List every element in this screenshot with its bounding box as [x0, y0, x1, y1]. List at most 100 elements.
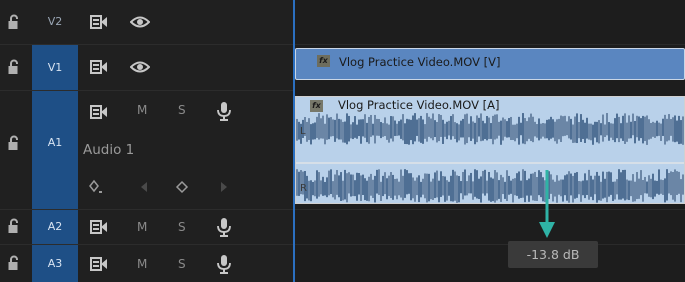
track-name-audio-1[interactable]: Audio 1: [83, 142, 134, 158]
waveform-bar: [580, 181, 582, 202]
waveform-bar: [508, 118, 510, 138]
waveform-bar: [558, 118, 560, 140]
previous-keyframe-icon[interactable]: [134, 177, 154, 197]
waveform-bar: [526, 180, 528, 196]
eye-icon[interactable]: [130, 12, 150, 32]
waveform-bar: [654, 180, 656, 197]
playhead[interactable]: [293, 0, 295, 282]
track-target-a1[interactable]: A1: [32, 91, 78, 209]
waveform-bar: [658, 169, 660, 195]
track-lane-divider: [293, 244, 685, 245]
video-clip[interactable]: fx Vlog Practice Video.MOV [V]: [295, 48, 685, 80]
waveform-bar: [498, 180, 500, 199]
lock-icon[interactable]: [7, 135, 21, 151]
waveform-bar: [348, 172, 350, 194]
add-keyframe-icon[interactable]: [86, 177, 106, 197]
video-clip-name: Vlog Practice Video.MOV [V]: [339, 55, 501, 69]
audio-clip[interactable]: fx Vlog Practice Video.MOV [A] L R: [295, 96, 685, 204]
microphone-icon[interactable]: [214, 101, 234, 121]
waveform-bar: [650, 122, 652, 139]
track-target-a2[interactable]: A2: [32, 210, 78, 244]
waveform-bar: [556, 119, 558, 144]
waveform-bar: [486, 116, 488, 141]
waveform-bar: [378, 118, 380, 136]
waveform-bar: [534, 171, 536, 201]
waveform-bar: [520, 122, 522, 136]
waveform-bar: [524, 118, 526, 145]
track-target-v2[interactable]: V2: [32, 0, 78, 44]
waveform-bar: [330, 117, 332, 137]
waveform-bar: [510, 180, 512, 194]
mute-button[interactable]: M: [137, 220, 147, 234]
waveform-bar: [448, 120, 450, 136]
solo-button[interactable]: S: [178, 103, 186, 117]
waveform-bar: [636, 115, 638, 138]
keyframe-icon[interactable]: [172, 177, 192, 197]
waveform-bar: [458, 176, 460, 203]
waveform-bar: [332, 181, 334, 198]
waveform-bar: [538, 118, 540, 141]
waveform-bar: [656, 120, 658, 137]
waveform-bar: [646, 115, 648, 145]
waveform-bar: [408, 119, 410, 145]
mute-button[interactable]: M: [137, 257, 147, 271]
waveform-bar: [322, 115, 324, 139]
waveform-bar: [352, 122, 354, 140]
track-target-a3[interactable]: A3: [32, 245, 78, 282]
fx-badge[interactable]: fx: [317, 55, 330, 67]
waveform-bar: [296, 169, 298, 196]
microphone-icon[interactable]: [214, 254, 234, 274]
waveform-bar: [366, 122, 368, 143]
waveform-bar: [596, 171, 598, 203]
lock-icon[interactable]: [7, 14, 21, 30]
sync-lock-icon[interactable]: [89, 217, 109, 237]
waveform-bar: [618, 116, 620, 143]
waveform-bar: [622, 115, 624, 141]
waveform-bar: [376, 169, 378, 194]
waveform-bar: [664, 178, 666, 203]
waveform-bar: [606, 113, 608, 136]
track-row-a1: A1 M S Audio 1: [0, 91, 293, 210]
mute-button[interactable]: M: [137, 103, 147, 117]
lock-icon[interactable]: [7, 59, 21, 75]
waveform-bar: [356, 172, 358, 201]
waveform-bar: [660, 123, 662, 141]
sync-lock-icon[interactable]: [89, 254, 109, 274]
solo-button[interactable]: S: [178, 257, 186, 271]
solo-button[interactable]: S: [178, 220, 186, 234]
waveform-bar: [642, 180, 644, 202]
waveform-bar: [306, 121, 308, 142]
waveform-bar: [402, 175, 404, 201]
waveform-bar: [372, 179, 374, 198]
waveform-bar: [540, 123, 542, 139]
waveform-bar: [442, 176, 444, 196]
sync-lock-icon[interactable]: [89, 102, 109, 122]
waveform-bar: [456, 175, 458, 203]
microphone-icon[interactable]: [214, 217, 234, 237]
waveform-bar: [450, 116, 452, 140]
track-target-v1[interactable]: V1: [32, 45, 78, 90]
fx-badge[interactable]: fx: [310, 100, 323, 112]
waveform-bar: [570, 118, 572, 140]
lock-icon[interactable]: [7, 255, 21, 271]
waveform-bar: [364, 178, 366, 201]
waveform-bar: [476, 170, 478, 199]
waveform-bar: [358, 119, 360, 137]
audio-clip-name: Vlog Practice Video.MOV [A]: [336, 98, 502, 112]
eye-icon[interactable]: [130, 57, 150, 77]
waveform-bar: [482, 170, 484, 194]
waveform-bar: [312, 181, 314, 196]
waveform-bar: [458, 124, 460, 141]
waveform-bar: [588, 169, 590, 200]
waveform-bar: [576, 172, 578, 198]
lock-icon[interactable]: [7, 218, 21, 234]
waveform-bar: [582, 119, 584, 139]
waveform-bar: [494, 170, 496, 203]
waveform-bar: [640, 170, 642, 196]
waveform-bar: [320, 180, 322, 195]
waveform-bar: [570, 173, 572, 196]
sync-lock-icon[interactable]: [89, 57, 109, 77]
waveform-bar: [532, 173, 534, 201]
next-keyframe-icon[interactable]: [214, 177, 234, 197]
sync-lock-icon[interactable]: [89, 12, 109, 32]
